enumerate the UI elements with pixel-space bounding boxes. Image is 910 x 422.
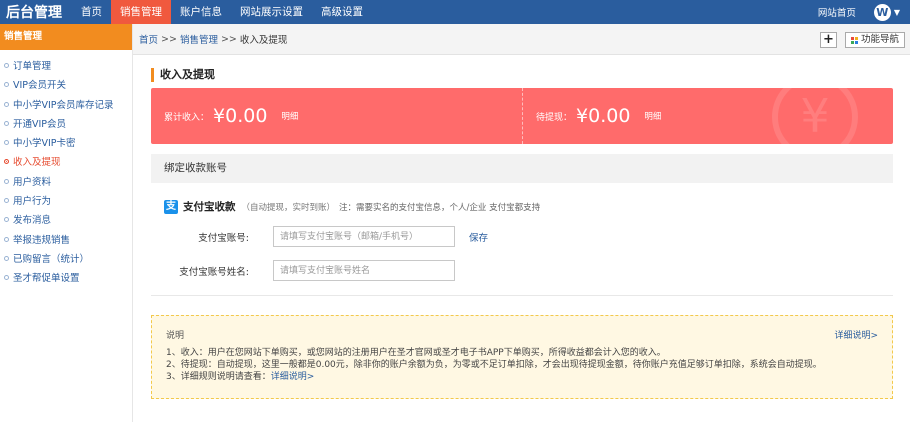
alipay-name-input[interactable] [273,260,455,281]
bullet-icon [4,217,9,223]
grid-icon [850,36,858,44]
sidebar-item-vip-switch[interactable]: VIP会员开关 [0,76,132,95]
breadcrumb-home[interactable]: 首页 [139,32,158,46]
alipay-title: 支付宝收款 [183,201,236,213]
total-income-amount: ¥0.00 [213,105,268,127]
income-detail-link[interactable]: 明细 [281,110,298,122]
notice-line-3-text: 3、详细规则说明请查看： [166,372,271,382]
sidebar-item-label: 举报违规销售 [13,234,71,246]
sidebar-item-purchase-comments[interactable]: 已购留言（统计） [0,250,132,269]
alipay-icon: 支 [164,199,178,214]
pending-withdraw-amount: ¥0.00 [576,105,631,127]
sidebar-item-report[interactable]: 举报违规销售 [0,231,132,250]
breadcrumb-sales[interactable]: 销售管理 [180,32,218,46]
nav-advanced[interactable]: 高级设置 [312,0,372,24]
notice-line-1: 1、收入：用户在您网站下单购买，或您网站的注册用户在圣才官网或圣才电子书APP下… [166,348,666,358]
bullet-icon [4,236,9,242]
sidebar-item-user-behavior[interactable]: 用户行为 [0,192,132,211]
sidebar-item-label: 发布消息 [13,215,52,227]
notice-detail-link[interactable]: 详细说明> [271,372,315,382]
alipay-name-label: 支付宝账号姓名: [179,266,249,278]
nav-account[interactable]: 账户信息 [171,0,231,24]
pending-detail-link[interactable]: 明细 [644,110,661,122]
sidebar-item-label: 开通VIP会员 [13,118,67,130]
bullet-icon [4,159,9,165]
chevron-down-icon[interactable]: ▼ [894,8,900,17]
alipay-description: 注：需要实名的支付宝信息，个人/企业 支付宝都支持 [339,202,541,213]
income-banner: 累计收入： ¥0.00 明细 待提现： ¥0.00 明细 ¥ [151,88,893,144]
add-shortcut-button[interactable]: + [820,32,837,48]
function-nav-button[interactable]: 功能导航 [844,32,905,48]
sidebar-item-publish-message[interactable]: 发布消息 [0,211,132,230]
bullet-icon [4,198,9,204]
bullet-icon [4,275,9,281]
nav-site-display[interactable]: 网站展示设置 [231,0,312,24]
site-home-link[interactable]: 网站首页 [818,5,856,19]
sidebar-item-income[interactable]: 收入及提现 [0,153,132,172]
sidebar-item-label: 用户行为 [13,196,52,208]
avatar[interactable]: W [873,3,891,21]
notice-more-link[interactable]: 详细说明> [834,328,878,341]
section-divider [151,295,893,296]
breadcrumb-current: 收入及提现 [239,35,288,46]
bullet-icon [4,255,9,261]
sidebar-list: 订单管理 VIP会员开关 中小学VIP会员库存记录 开通VIP会员 中小学VIP… [0,50,132,289]
sidebar-item-open-vip[interactable]: 开通VIP会员 [0,115,132,134]
save-button[interactable]: 保存 [469,230,488,244]
sidebar-item-label: 中小学VIP卡密 [13,138,76,150]
sidebar-item-orders[interactable]: 订单管理 [0,57,132,76]
sidebar-item-promo-settings[interactable]: 圣才帮促单设置 [0,269,132,288]
bullet-icon [4,101,9,107]
sidebar-item-label: 中小学VIP会员库存记录 [13,99,114,111]
alipay-account-input[interactable] [273,226,455,247]
function-nav-label: 功能导航 [860,34,899,45]
sidebar-item-label: 订单管理 [13,61,52,72]
breadcrumb-separator: >> [161,33,177,45]
sidebar-item-label: 已购留言（统计） [13,253,90,265]
top-right-area: 网站首页 W ▼ [818,0,900,24]
alipay-account-row: 支付宝账号: 保存 [151,226,893,247]
sidebar-item-vip-stock[interactable]: 中小学VIP会员库存记录 [0,96,132,115]
nav-home[interactable]: 首页 [72,0,111,24]
sidebar-item-vip-card[interactable]: 中小学VIP卡密 [0,134,132,153]
notice-line-3: 3、详细规则说明请查看：详细说明> [166,371,878,383]
total-income-panel: 累计收入： ¥0.00 明细 [151,88,522,144]
sidebar-item-label: 用户资料 [13,176,52,188]
page-title: 收入及提现 [151,68,893,82]
bullet-icon [4,120,9,126]
nav-sales[interactable]: 销售管理 [111,0,171,24]
alipay-section-header: 支 支付宝收款 （自动提现，实时到账） 注：需要实名的支付宝信息，个人/企业 支… [151,199,893,214]
alipay-note: （自动提现，实时到账） [241,202,336,213]
sidebar-item-label: 圣才帮促单设置 [13,273,80,285]
notice-line-2: 2、待提现：自动提现，这里一般都是0.00元，除非你的账户余额为负，为零或不足订… [166,360,822,370]
sidebar-header: 销售管理 [0,24,132,50]
notice-title: 说明 [166,331,185,341]
alipay-account-label: 支付宝账号: [198,232,249,244]
top-navbar: 后台管理 首页 销售管理 账户信息 网站展示设置 高级设置 网站首页 W ▼ [0,0,910,24]
brand-title: 后台管理 [6,5,62,21]
bullet-icon [4,63,9,68]
bullet-icon [4,140,9,146]
bind-account-header: 绑定收款账号 [151,154,893,183]
yen-watermark-icon: ¥ [772,88,858,144]
bullet-icon [4,82,9,88]
breadcrumb: 首页 >> 销售管理 >> 收入及提现 + 功能导航 [133,24,910,55]
notice-box: 说明 详细说明> 1、收入：用户在您网站下单购买，或您网站的注册用户在圣才官网或… [151,315,893,399]
sidebar: 销售管理 订单管理 VIP会员开关 中小学VIP会员库存记录 开通VIP会员 中… [0,24,133,422]
bullet-icon [4,178,9,184]
total-income-label: 累计收入： [164,112,210,123]
pending-withdraw-label: 待提现： [536,112,573,123]
alipay-name-row: 支付宝账号姓名: [151,260,893,281]
breadcrumb-separator: >> [220,33,237,45]
sidebar-item-label: VIP会员开关 [13,80,67,92]
main-content: 收入及提现 累计收入： ¥0.00 明细 待提现： ¥0.00 明细 ¥ 绑定收… [151,55,893,399]
sidebar-item-label: 收入及提现 [13,157,61,169]
sidebar-item-user-profile[interactable]: 用户资料 [0,173,132,192]
